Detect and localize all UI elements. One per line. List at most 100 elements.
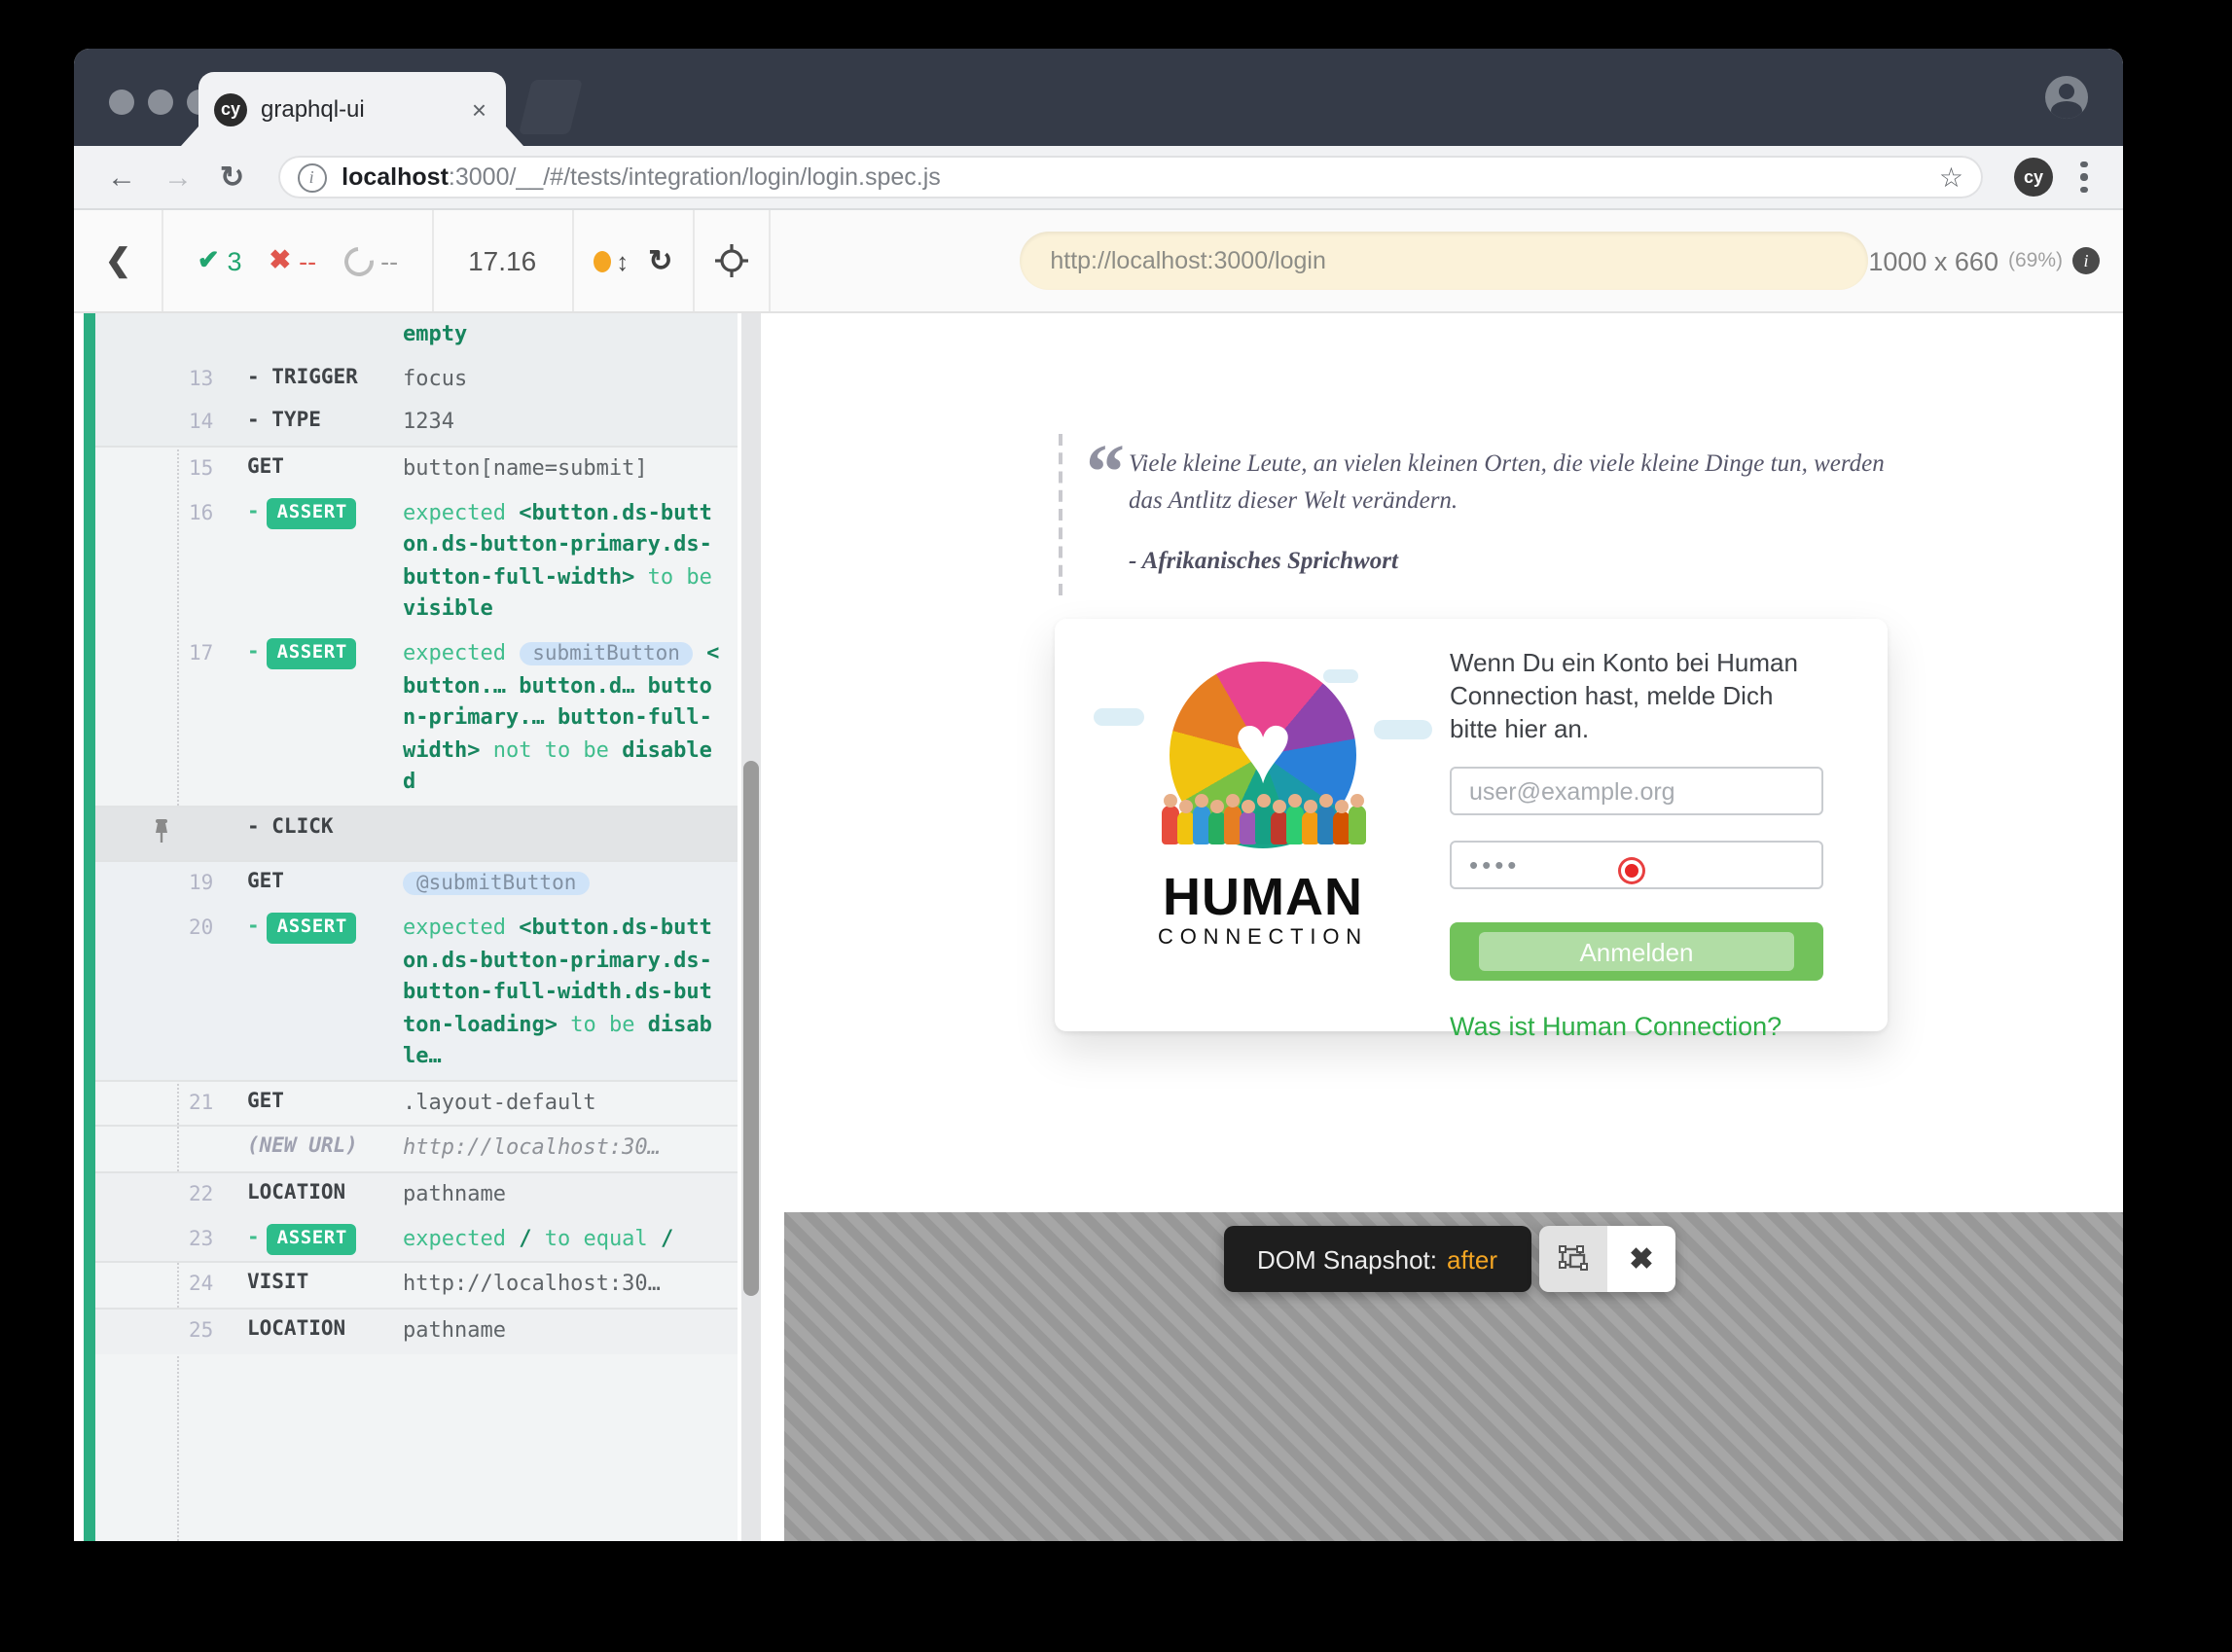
quote-attribution: - Afrikanisches Sprichwort — [1129, 546, 1895, 575]
crowd-illustration — [1098, 806, 1428, 844]
runner-back-section: ❮ — [74, 210, 164, 311]
page-info-icon[interactable]: i — [297, 162, 326, 192]
quote-block: “ Viele kleine Leute, an vielen kleinen … — [1059, 434, 1895, 594]
heart-icon: ♥ — [1233, 699, 1293, 800]
reporter-scrollbar[interactable] — [741, 313, 761, 1541]
tab-title: graphql-ui — [261, 95, 468, 123]
toggle-highlights-button[interactable] — [1539, 1226, 1607, 1292]
cypress-favicon-icon: cy — [214, 92, 247, 126]
log-row-assert[interactable]: 16 -ASSERT expected <button.ds-button.ds… — [95, 492, 738, 632]
assert-badge: ASSERT — [268, 1223, 357, 1255]
reload-icon[interactable]: ↻ — [220, 160, 244, 195]
log-row-assert[interactable]: 17 -ASSERT expected submitButton <button… — [95, 632, 738, 806]
log-row-get[interactable]: 19 GET @submitButton — [95, 861, 738, 908]
cypress-extension-icon[interactable]: cy — [2014, 158, 2053, 197]
highlights-icon — [1558, 1245, 1589, 1273]
log-row-get[interactable]: 21 GET .layout-default — [95, 1079, 738, 1126]
pin-icon — [150, 816, 173, 844]
click-event-indicator — [1621, 860, 1642, 881]
quote-mark-icon: “ — [1086, 434, 1125, 512]
forward-icon: → — [163, 161, 193, 194]
login-intro-text: Wenn Du ein Konto bei Human Connection h… — [1450, 646, 1823, 746]
pending-circle-icon — [338, 240, 378, 281]
pending-count: -- — [380, 246, 398, 275]
viewport-info: 1000 x 660 (69%) i — [1868, 246, 2123, 275]
log-row-assert[interactable]: 23 -ASSERT expected / to equal / — [95, 1217, 738, 1262]
window-close-button[interactable] — [109, 90, 134, 115]
log-row-get[interactable]: 15 GET button[name=submit] — [95, 446, 738, 492]
close-snapshot-button[interactable]: ✖ — [1607, 1226, 1675, 1292]
cloud-icon — [1094, 708, 1144, 726]
address-bar[interactable]: i localhost :3000/__/#/tests/integration… — [277, 156, 1983, 198]
back-chevron-icon[interactable]: ❮ — [93, 241, 143, 280]
browser-tab[interactable]: cy graphql-ui × — [198, 72, 506, 146]
email-input[interactable] — [1450, 768, 1823, 816]
window-controls[interactable] — [109, 90, 212, 115]
bookmark-star-icon[interactable]: ☆ — [1939, 161, 1963, 194]
cloud-icon — [1323, 669, 1358, 683]
rerun-icon[interactable]: ↻ — [648, 243, 672, 278]
check-icon: ✔ — [198, 245, 220, 276]
assert-badge: ASSERT — [268, 638, 357, 670]
snapshot-state: after — [1447, 1244, 1497, 1274]
new-tab-button[interactable] — [519, 80, 583, 134]
stat-failed: ✖ -- — [269, 245, 316, 276]
stat-passed: ✔ 3 — [198, 245, 242, 276]
what-is-human-connection-link[interactable]: Was ist Human Connection? — [1450, 1013, 1782, 1042]
failed-count: -- — [299, 246, 316, 275]
browser-window: cy graphql-ui × ← → ↻ i localhost :3000/… — [74, 49, 2123, 1541]
log-row-location[interactable]: 25 LOCATION pathname — [95, 1308, 738, 1354]
quote-text: Viele kleine Leute, an vielen kleinen Or… — [1129, 446, 1895, 519]
dom-snapshot-tooltip: DOM Snapshot: after — [1224, 1226, 1530, 1292]
tab-close-icon[interactable]: × — [468, 94, 490, 124]
viewport-size: 1000 x 660 — [1868, 246, 1998, 275]
alias-pill: submitButton — [519, 642, 694, 665]
app-snapshot-pane: “ Viele kleine Leute, an vielen kleinen … — [784, 313, 2123, 1541]
screenshot-stage: cy graphql-ui × ← → ↻ i localhost :3000/… — [0, 0, 2232, 1652]
command-log: empty 13 - TRIGGER focus 14 - TYPE 1234 … — [95, 313, 738, 1541]
alias-pill: @submitButton — [403, 873, 590, 896]
autoscroll-arrow-icon[interactable]: ↕ — [616, 246, 629, 275]
log-row-new-url[interactable]: (NEW URL) http://localhost:30… — [95, 1126, 738, 1171]
log-row-click-pinned[interactable]: - CLICK — [95, 805, 738, 861]
human-connection-logo: ♥ HUMAN CONNECTION — [1090, 650, 1436, 996]
runner-duration-section: 17.16 — [433, 210, 573, 311]
anmelden-submit-button[interactable]: Anmelden — [1450, 923, 1823, 982]
cloud-icon — [1374, 720, 1432, 739]
assert-badge: ASSERT — [268, 498, 357, 530]
log-row-location[interactable]: 22 LOCATION pathname — [95, 1171, 738, 1218]
runner-controls-section: ↕ ↻ — [573, 210, 694, 311]
runner-stats-section: ✔ 3 ✖ -- -- — [164, 210, 433, 311]
url-host: localhost — [342, 163, 449, 191]
selector-playground-crosshair-icon[interactable] — [713, 243, 748, 278]
autoscroll-dot-icon[interactable] — [593, 250, 610, 271]
assert-badge: ASSERT — [268, 913, 357, 945]
url-path: :3000/__/#/tests/integration/login/login… — [449, 163, 941, 191]
window-minimize-button[interactable] — [148, 90, 173, 115]
profile-avatar-icon[interactable] — [2045, 76, 2088, 119]
fail-x-icon: ✖ — [269, 245, 291, 276]
passed-count: 3 — [227, 246, 241, 275]
test-duration: 17.16 — [452, 245, 552, 276]
browser-menu-icon[interactable] — [2080, 162, 2088, 194]
runner-content: empty 13 - TRIGGER focus 14 - TYPE 1234 … — [74, 313, 2123, 1541]
log-row-visit[interactable]: 24 VISIT http://localhost:30… — [95, 1262, 738, 1309]
address-toolbar: ← → ↻ i localhost :3000/__/#/tests/integ… — [74, 146, 2123, 210]
selector-playground-section — [694, 210, 770, 311]
cypress-runner-header: ❮ ✔ 3 ✖ -- -- 17.16 — [74, 210, 2123, 313]
snapshot-controls: ✖ — [1539, 1226, 1675, 1292]
log-row-partial[interactable]: empty — [95, 313, 738, 357]
back-icon[interactable]: ← — [107, 161, 136, 194]
command-log-panel: empty 13 - TRIGGER focus 14 - TYPE 1234 … — [74, 313, 784, 1541]
viewport-info-icon[interactable]: i — [2072, 247, 2100, 274]
close-icon: ✖ — [1629, 1241, 1653, 1276]
viewport-zoom: (69%) — [2008, 249, 2063, 272]
app-url-field[interactable]: http://localhost:3000/login — [1019, 232, 1868, 290]
log-row-assert[interactable]: 20 -ASSERT expected <button.ds-button.ds… — [95, 907, 738, 1079]
scrollbar-thumb[interactable] — [743, 761, 759, 1296]
login-card: ♥ HUMAN CONNECTION Wenn Du ein Konto bei… — [1055, 619, 1888, 1031]
log-row-type[interactable]: 14 - TYPE 1234 — [95, 402, 738, 447]
stat-pending: -- — [343, 246, 398, 275]
log-row-trigger[interactable]: 13 - TRIGGER focus — [95, 357, 738, 402]
brand-wordmark-bottom: CONNECTION — [1090, 926, 1436, 950]
